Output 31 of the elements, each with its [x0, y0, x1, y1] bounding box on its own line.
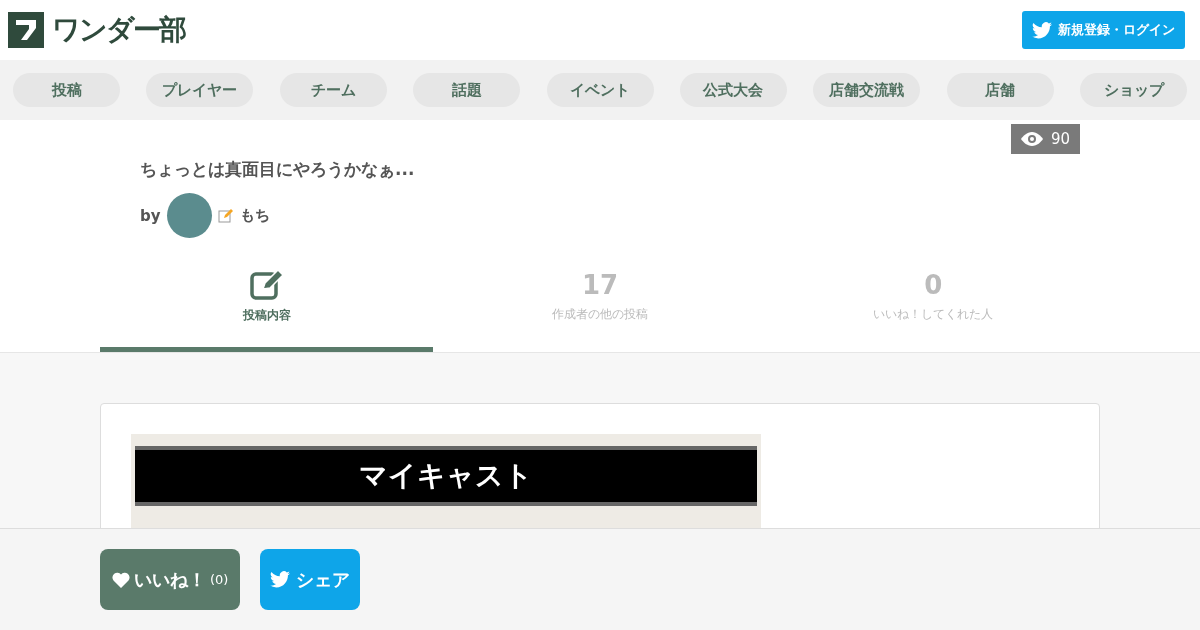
nav-item[interactable]: 店舗交流戦 [813, 73, 921, 107]
nav-item[interactable]: 公式大会 [679, 73, 787, 107]
count: 0 [924, 270, 943, 300]
heart-icon [112, 571, 130, 588]
tab-label: 投稿内容 [242, 307, 291, 324]
login-button[interactable]: 新規登録・ログイン [1022, 11, 1185, 49]
share-button[interactable]: シェア [260, 549, 361, 610]
by-label: by [140, 206, 161, 225]
site-logo[interactable]: ワンダー部 [52, 11, 185, 49]
nav-item[interactable]: 店舗 [946, 73, 1054, 107]
author-name[interactable]: もち [239, 206, 270, 225]
nav-item[interactable]: イベント [546, 73, 654, 107]
nav-item[interactable]: 投稿 [13, 73, 120, 107]
avatar[interactable] [166, 193, 212, 238]
logo-icon [8, 12, 44, 48]
edit-note-icon [249, 269, 284, 301]
nav-item[interactable]: プレイヤー [146, 73, 254, 107]
view-number: 90 [1050, 130, 1070, 148]
eye-icon [1020, 132, 1043, 146]
bird-icon [270, 571, 291, 588]
like-button[interactable]: いいね！ (0) [100, 549, 241, 610]
tab[interactable]: 投稿内容 [100, 246, 434, 352]
nav-item[interactable]: 話題 [413, 73, 521, 107]
nav-item[interactable]: ショップ [1080, 73, 1187, 107]
edit-icon [217, 207, 234, 224]
bird-icon [1032, 21, 1052, 39]
count: 17 [581, 270, 619, 300]
tab-label: 作成者の他の投稿 [552, 306, 648, 323]
post-title: ちょっとは真面目にやろうかなぁ... [140, 158, 416, 181]
nav-item[interactable]: チーム [279, 73, 387, 107]
banner-title: マイキャスト [359, 458, 533, 494]
